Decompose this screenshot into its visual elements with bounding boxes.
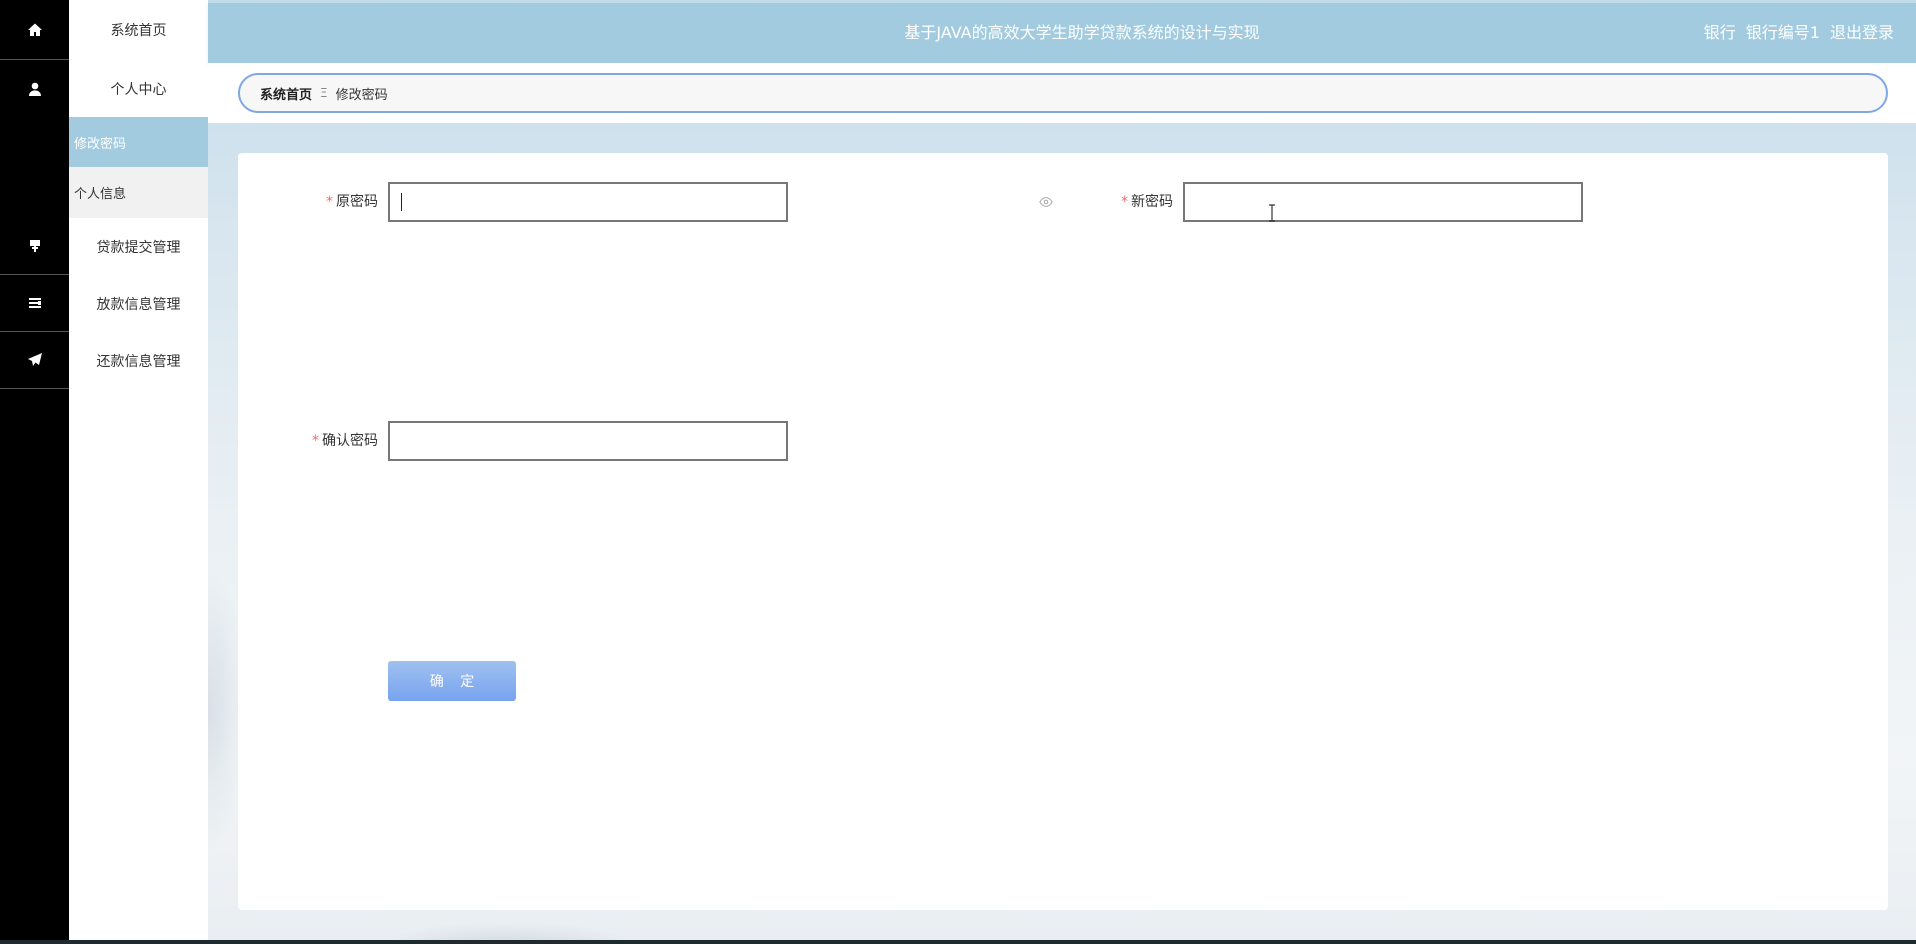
sidebar-rail-home[interactable] bbox=[0, 0, 69, 60]
breadcrumb-current: 修改密码 bbox=[335, 87, 388, 103]
sidebar-subitem-label: 修改密码 bbox=[74, 136, 127, 152]
sidebar-icon-rail bbox=[0, 0, 69, 940]
breadcrumb: 系统首页 Ξ 修改密码 bbox=[238, 73, 1888, 113]
sidebar-rail-disbursement[interactable] bbox=[0, 275, 69, 332]
sidebar-item-disbursement[interactable]: 放款信息管理 bbox=[69, 275, 208, 332]
breadcrumb-home[interactable]: 系统首页 bbox=[260, 84, 312, 103]
old-password-label-text: 原密码 bbox=[336, 194, 378, 210]
paper-plane-icon bbox=[27, 353, 42, 366]
sidebar-rail-personal[interactable] bbox=[0, 60, 69, 117]
required-asterisk: * bbox=[1121, 194, 1128, 210]
sidebar-rail-repayment[interactable] bbox=[0, 332, 69, 389]
breadcrumb-separator: Ξ bbox=[320, 86, 328, 100]
user-icon bbox=[28, 82, 41, 96]
required-asterisk: * bbox=[312, 433, 319, 449]
logout-link[interactable]: 退出登录 bbox=[1830, 3, 1894, 63]
old-password-label: * 原密码 bbox=[298, 182, 378, 222]
sidebar-subitem-label: 个人信息 bbox=[74, 187, 127, 202]
new-password-label-text: 新密码 bbox=[1131, 194, 1173, 210]
app-title: 基于JAVA的高效大学生助学贷款系统的设计与实现 bbox=[904, 23, 1260, 42]
required-asterisk: * bbox=[326, 194, 333, 210]
sidebar-item-loan-submit[interactable]: 贷款提交管理 bbox=[69, 218, 208, 275]
sidebar-item-home[interactable]: 系统首页 bbox=[69, 0, 208, 60]
new-password-label: * 新密码 bbox=[1093, 182, 1173, 222]
text-caret bbox=[401, 193, 402, 211]
home-icon bbox=[27, 23, 42, 36]
user-name: 银行编号1 bbox=[1745, 23, 1820, 42]
list-icon bbox=[28, 298, 41, 308]
sidebar-menu: 系统首页 个人中心 修改密码 个人信息 贷款提交管理 放款信息管理 还款信息管理 bbox=[69, 0, 208, 940]
sidebar-subitem-personal-info[interactable]: 个人信息 bbox=[69, 167, 208, 218]
signpost-icon bbox=[29, 240, 40, 252]
new-password-input[interactable] bbox=[1183, 182, 1583, 222]
header-user-area: 银行 银行编号1 退出登录 bbox=[1704, 3, 1894, 63]
confirm-button[interactable]: 确 定 bbox=[388, 661, 516, 701]
top-header: 基于JAVA的高效大学生助学贷款系统的设计与实现 银行 银行编号1 退出登录 bbox=[208, 3, 1916, 63]
i-beam-cursor-icon bbox=[1269, 204, 1275, 222]
sidebar-item-repayment[interactable]: 还款信息管理 bbox=[69, 332, 208, 389]
confirm-password-label-text: 确认密码 bbox=[322, 433, 378, 449]
bottom-strip bbox=[0, 940, 1916, 944]
confirm-password-label: * 确认密码 bbox=[298, 421, 378, 461]
eye-icon[interactable] bbox=[1039, 195, 1053, 209]
user-role: 银行 bbox=[1703, 23, 1736, 42]
old-password-input[interactable] bbox=[388, 182, 788, 222]
confirm-password-input[interactable] bbox=[388, 421, 788, 461]
sidebar-rail-loan-submit[interactable] bbox=[0, 218, 69, 275]
password-form-card: * 原密码 * 新密码 * 确认密码 确 定 bbox=[238, 153, 1888, 910]
sidebar-subitem-change-password[interactable]: 修改密码 bbox=[69, 117, 208, 167]
sidebar-item-personal-center[interactable]: 个人中心 bbox=[69, 60, 208, 117]
